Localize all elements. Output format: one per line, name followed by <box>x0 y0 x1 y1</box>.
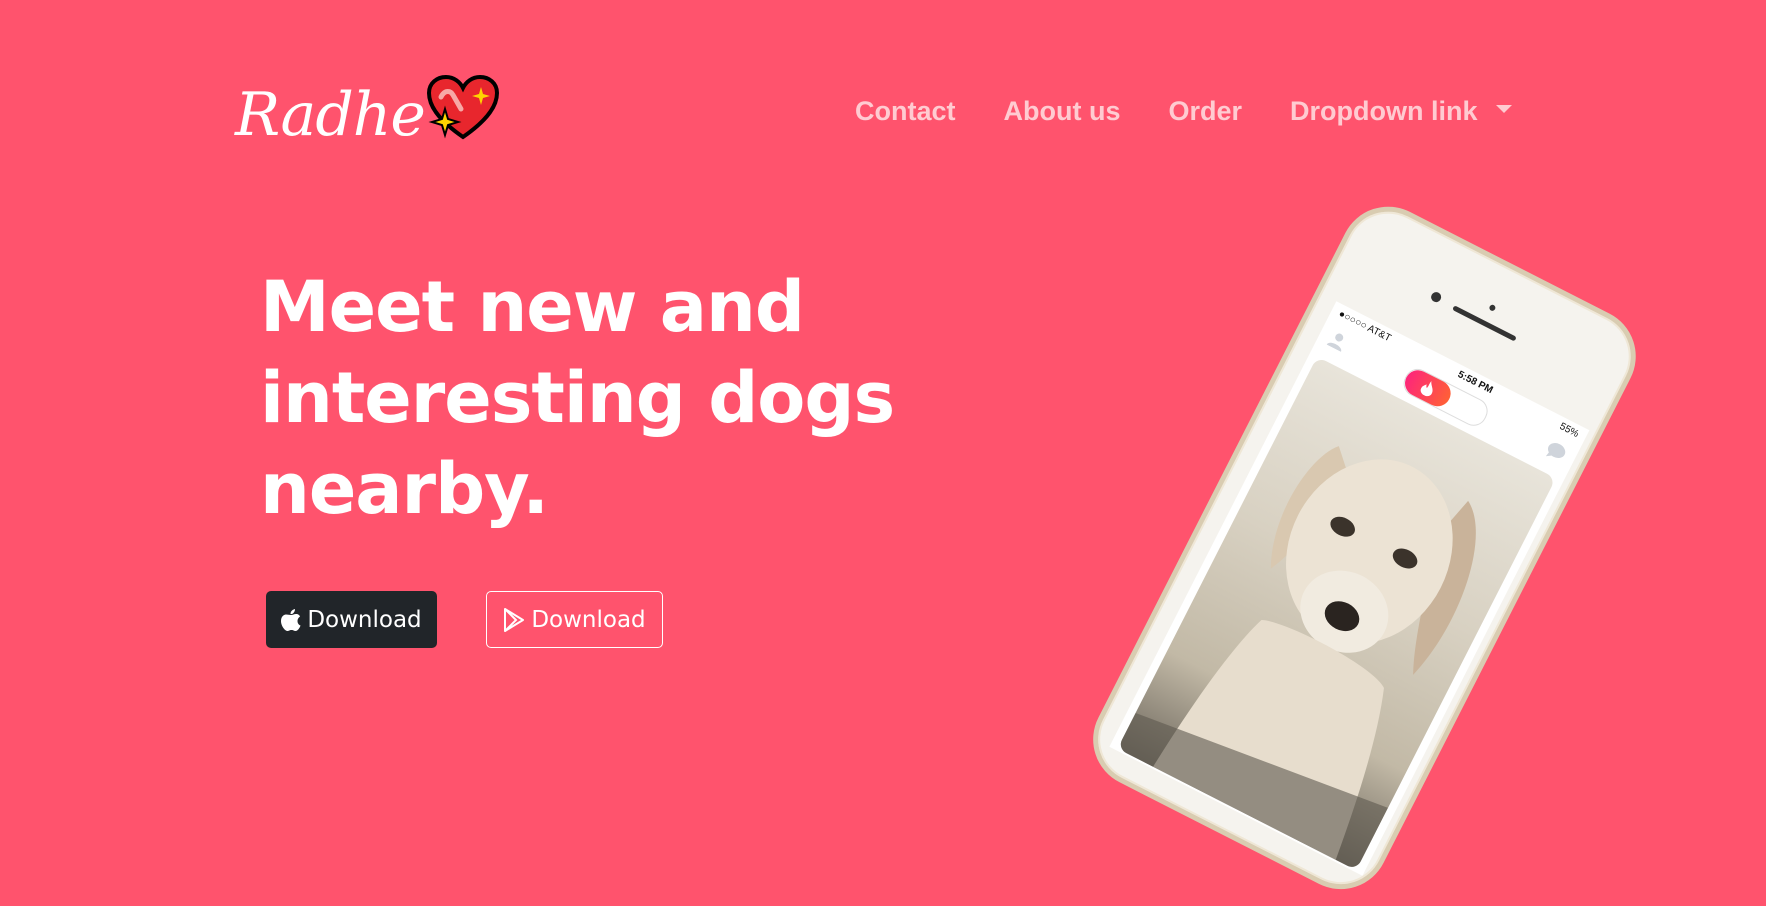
sparkling-heart-icon <box>426 74 499 146</box>
apple-download-label: Download <box>307 606 422 633</box>
chat-icon[interactable] <box>1541 438 1569 468</box>
phone-mockup: ●○○○○ AT&T 5:58 PM 55% <box>1076 190 1653 906</box>
profile-icon[interactable] <box>1324 328 1350 357</box>
nav-dropdown-label: Dropdown link <box>1290 96 1478 126</box>
google-play-download-label: Download <box>531 606 646 633</box>
apple-icon <box>281 608 301 631</box>
brand[interactable]: Radhe <box>235 74 499 150</box>
nav-link-about[interactable]: About us <box>1004 96 1121 127</box>
google-play-icon <box>503 607 525 632</box>
phone-sensor <box>1488 303 1497 312</box>
phone-frame: ●○○○○ AT&T 5:58 PM 55% <box>1076 190 1653 906</box>
nav-link-order[interactable]: Order <box>1168 96 1242 127</box>
phone-speaker <box>1452 305 1517 342</box>
brand-name: Radhe <box>235 80 426 150</box>
google-play-download-button[interactable]: Download <box>486 591 663 648</box>
apple-download-button[interactable]: Download <box>266 591 437 648</box>
hero-headline: Meet new and interesting dogs nearby. <box>260 266 895 530</box>
main-nav: Contact About us Order Dropdown link <box>855 96 1512 127</box>
phone-screen: ●○○○○ AT&T 5:58 PM 55% <box>1109 301 1590 876</box>
nav-dropdown[interactable]: Dropdown link <box>1290 96 1512 127</box>
phone-camera <box>1429 290 1443 304</box>
nav-link-contact[interactable]: Contact <box>855 96 956 127</box>
caret-down-icon <box>1495 104 1512 113</box>
